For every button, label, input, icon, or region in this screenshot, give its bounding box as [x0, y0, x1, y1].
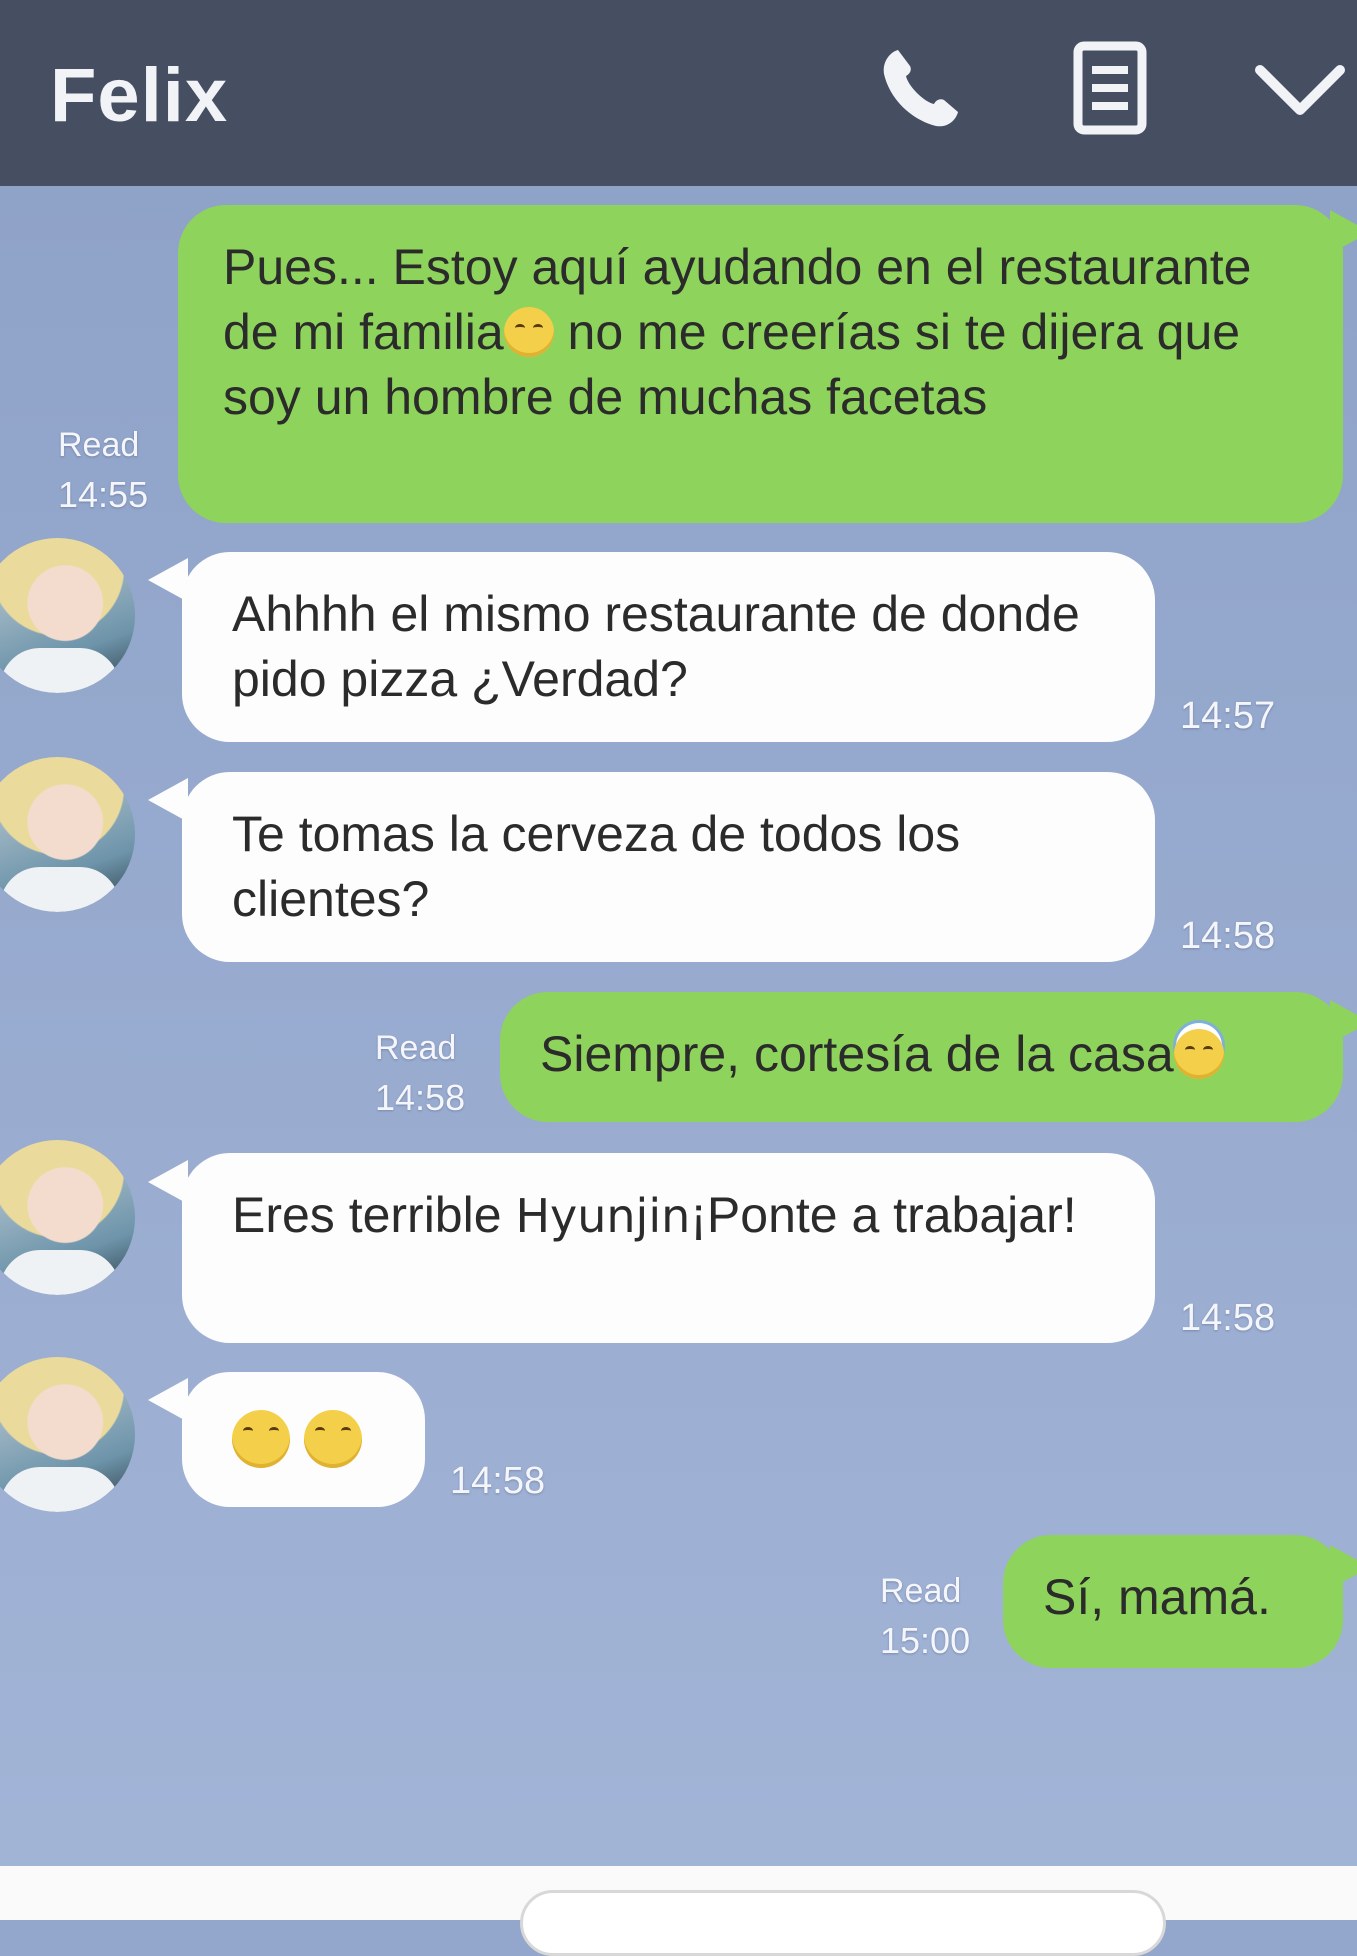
happy-emoji-icon: [303, 1410, 362, 1468]
chevron-down-icon[interactable]: [1250, 40, 1350, 140]
bubble-tail: [1330, 210, 1357, 254]
message-text: ¡Ponte a trabajar!: [690, 1187, 1077, 1243]
message-time: 14:58: [450, 1460, 546, 1502]
message-text: Ahhhh el mismo restaurante de donde pido…: [232, 586, 1080, 707]
contact-name: Felix: [50, 53, 229, 138]
message-text: Sí, mamá.: [1043, 1569, 1271, 1625]
message-time: 14:58: [1180, 915, 1276, 957]
message-bubble-incoming[interactable]: Eres terrible Hyunjin¡Ponte a trabajar!: [182, 1153, 1155, 1343]
dizzy-emoji-icon: [232, 1410, 290, 1468]
angel-emoji-icon: [1173, 1029, 1224, 1079]
message-bubble-incoming[interactable]: [182, 1372, 425, 1507]
phone-icon[interactable]: [868, 40, 968, 140]
read-receipt: Read 15:00: [880, 1572, 971, 1661]
message-text: Siempre, cortesía de la casa: [540, 1026, 1174, 1082]
chat-header: Felix: [0, 0, 1357, 186]
read-receipt: Read 14:58: [375, 1029, 466, 1118]
menu-icon[interactable]: [1060, 40, 1160, 140]
message-bubble-outgoing[interactable]: Siempre, cortesía de la casa: [500, 992, 1343, 1122]
bubble-tail: [1330, 1545, 1357, 1589]
message-text: Te tomas la cerveza de todos los cliente…: [232, 806, 961, 927]
message-bubble-outgoing[interactable]: Pues... Estoy aquí ayudando en el restau…: [178, 205, 1343, 523]
message-time: 14:57: [1180, 695, 1276, 737]
message-bubble-incoming[interactable]: Ahhhh el mismo restaurante de donde pido…: [182, 552, 1155, 742]
read-receipt: Read 14:55: [58, 426, 149, 515]
smile-emoji-icon: [503, 307, 554, 357]
mentioned-name: Hyunjin: [515, 1189, 691, 1243]
message-input[interactable]: [520, 1890, 1166, 1956]
message-bubble-incoming[interactable]: Te tomas la cerveza de todos los cliente…: [182, 772, 1155, 962]
message-time: 14:58: [1180, 1297, 1276, 1339]
message-text: Eres terrible: [232, 1187, 516, 1243]
bubble-tail: [1330, 1000, 1357, 1044]
message-bubble-outgoing[interactable]: Sí, mamá.: [1003, 1535, 1343, 1668]
